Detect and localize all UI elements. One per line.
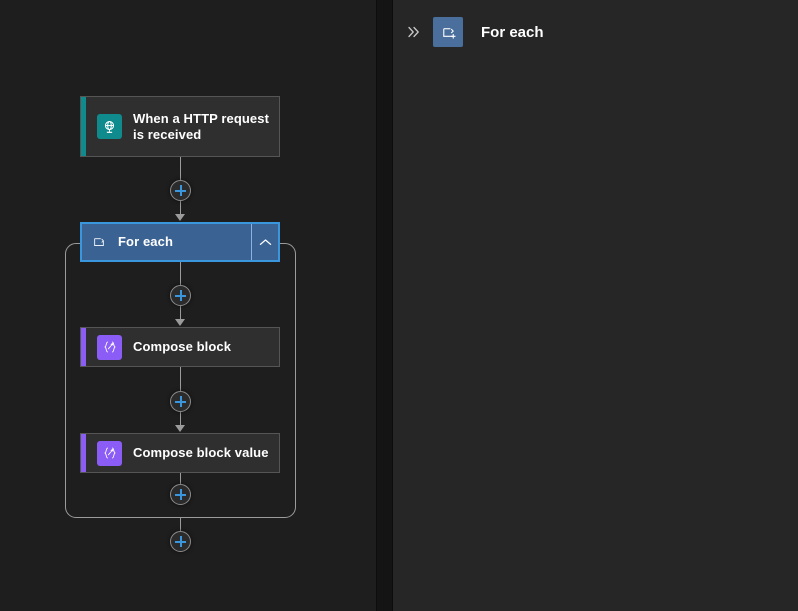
plus-icon-vertical <box>179 290 182 301</box>
plus-icon-vertical <box>179 185 182 196</box>
plus-icon-vertical <box>179 536 182 547</box>
flow-canvas[interactable]: When a HTTP request is received For each <box>0 0 376 611</box>
node-body: Compose block <box>86 328 279 366</box>
plus-icon-vertical <box>179 396 182 407</box>
node-body: When a HTTP request is received <box>86 97 279 156</box>
connector-trigger-to-add <box>180 157 181 181</box>
connector-foreach-to-add <box>180 262 181 286</box>
plus-icon-vertical <box>179 489 182 500</box>
connector-add-to-compose1 <box>180 306 181 320</box>
chevron-up-icon[interactable] <box>251 224 278 260</box>
compose-icon <box>97 440 122 466</box>
connector-compose1-to-add <box>180 367 181 391</box>
arrowhead-to-compose2 <box>175 425 185 432</box>
connector-add-to-compose2 <box>180 412 181 426</box>
node-label: Compose block value <box>133 445 269 460</box>
panel-header: For each <box>393 0 798 64</box>
connector-compose2-to-add <box>180 473 181 484</box>
panel-divider[interactable] <box>376 0 393 611</box>
page-title: For each <box>481 23 544 41</box>
node-for-each[interactable]: For each <box>80 222 280 262</box>
flow-designer: When a HTTP request is received For each <box>0 0 798 611</box>
foreach-loop-icon <box>92 235 106 249</box>
node-body: Compose block value <box>86 434 279 472</box>
details-panel: For each Parameters Settings Code view A… <box>393 0 798 611</box>
connector-scope-to-add <box>180 518 181 531</box>
node-compose-block-value[interactable]: Compose block value <box>80 433 280 473</box>
node-label: When a HTTP request is received <box>133 110 270 142</box>
add-step-button-after-foreach[interactable] <box>170 531 191 552</box>
node-when-a-http-request-is-received[interactable]: When a HTTP request is received <box>80 96 280 157</box>
node-label: For each <box>118 234 173 249</box>
arrowhead-to-foreach <box>175 214 185 221</box>
chevrons-right-icon[interactable] <box>401 19 427 45</box>
arrowhead-to-compose1 <box>175 319 185 326</box>
compose-icon <box>97 334 122 360</box>
connector-add-to-foreach <box>180 201 181 215</box>
add-step-button-inside-top[interactable] <box>170 285 191 306</box>
add-step-button-inside-bottom[interactable] <box>170 484 191 505</box>
node-compose-block[interactable]: Compose block <box>80 327 280 367</box>
node-label: Compose block <box>133 339 232 354</box>
http-request-icon <box>97 114 122 139</box>
add-step-button-between-composes[interactable] <box>170 391 191 412</box>
node-body: For each <box>82 224 251 260</box>
add-step-button-after-trigger[interactable] <box>170 180 191 201</box>
foreach-loop-icon <box>433 17 463 47</box>
